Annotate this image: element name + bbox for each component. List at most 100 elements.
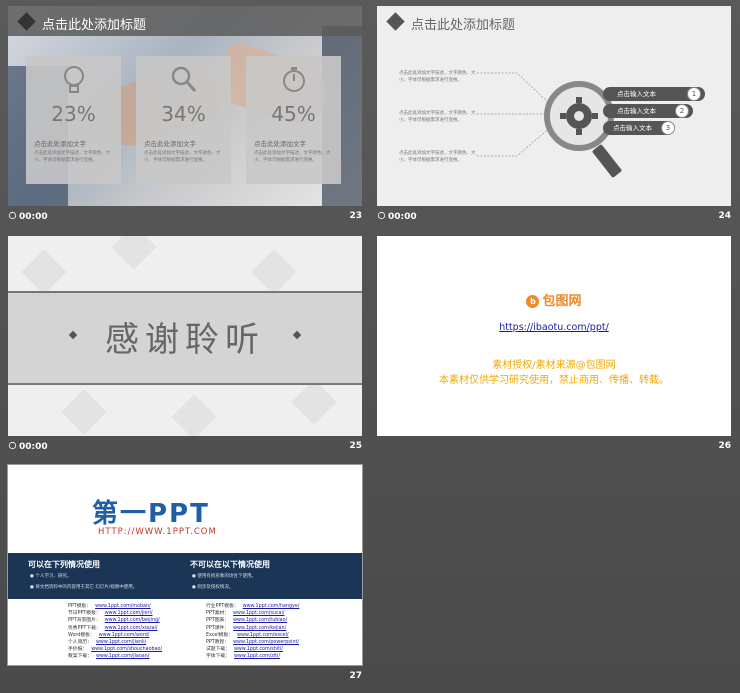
slide-timing: 00:00 [8,211,48,222]
item-number-badge: 1 [687,87,701,101]
allowed-heading: 可以在下列情况使用 [28,560,100,569]
slide-meta-23: 00:00 23 [8,211,362,225]
link-url[interactable]: www.1ppt.com/moban/ [95,604,151,609]
link-label: 字体下载： [206,654,230,660]
background-tile [21,249,67,295]
transition-icon [8,211,17,220]
link-label: 节日PPT模板： [68,611,101,617]
allowed-item: ● 个人学习、研究。 [30,574,72,579]
link-label: 优秀PPT下载： [68,625,101,631]
link-url[interactable]: www.1ppt.com/xiazai/ [105,626,158,631]
link-row: PPT图表： www.1ppt.com/tubiao/ [206,617,299,624]
link-url[interactable]: www.1ppt.com/shouchaobao/ [91,647,162,652]
slide-thumbnail-23[interactable]: 点击此处添加标题 23% 点击此处添加文字 点击此处添加文字描述，文字颜色、大小… [8,6,362,206]
stat-card: 34% 点击此处添加文字 点击此处添加文字描述，文字颜色、大小、字体可根据需求进… [136,56,231,184]
stat-body: 点击此处添加文字描述，文字颜色、大小、字体可根据需求进行变换。 [144,151,221,163]
transition-icon [377,211,386,220]
link-row: 个人简历： www.1ppt.com/jianli/ [68,639,162,646]
stat-body: 点击此处添加文字描述，文字颜色、大小、字体可根据需求进行变换。 [34,151,111,163]
source-link[interactable]: https://ibaotu.com/ppt/ [377,322,731,333]
slide-title: 点击此处添加标题 [42,18,147,33]
link-url[interactable]: www.1ppt.com/sucai/ [233,611,284,616]
thanks-text: 感谢聆听 [105,320,265,360]
link-row: 优秀PPT下载： www.1ppt.com/xiazai/ [68,625,162,632]
link-label: 手抄报： [68,647,88,653]
background-tile [251,249,297,295]
link-url[interactable]: www.1ppt.com/jieri/ [105,611,153,616]
link-row: PPT模板： www.1ppt.com/moban/ [68,603,162,610]
stat-card: 45% 点击此处添加文字 点击此处添加文字描述，文字颜色、大小、字体可根据需求进… [246,56,341,184]
background-tile [291,379,337,425]
transition-icon [8,441,17,450]
link-row: PPT素材： www.1ppt.com/sucai/ [206,610,299,617]
link-url[interactable]: www.1ppt.com/hangye/ [243,604,300,609]
forbidden-item: ● 则涉及侵权情况。 [192,585,234,590]
stat-percent: 23% [51,102,96,126]
link-url[interactable]: www.1ppt.com/excel/ [237,633,288,638]
link-url[interactable]: www.1ppt.com/tubiao/ [233,618,287,623]
lightbulb-icon [64,66,84,93]
link-row: Word模板： www.1ppt.com/word/ [68,632,162,639]
stat-card: 23% 点击此处添加文字 点击此处添加文字描述，文字颜色、大小、字体可根据需求进… [26,56,121,184]
link-row: Excel模板： www.1ppt.com/excel/ [206,632,299,639]
link-row: PPT背景图片： www.1ppt.com/beijing/ [68,617,162,624]
stopwatch-icon [283,67,305,92]
link-row: 试题下载： www.1ppt.com/shiti/ [206,646,299,653]
link-label: PPT素材： [206,611,230,617]
link-label: 试题下载： [206,647,230,653]
link-row: 节日PPT模板： www.1ppt.com/jieri/ [68,610,162,617]
logo-icon: b [526,295,540,308]
item-number-badge: 2 [675,104,689,118]
link-url[interactable]: www.1ppt.com/kejian/ [233,626,286,631]
link-url[interactable]: www.1ppt.com/word/ [99,633,150,638]
slide-number: 25 [349,441,362,451]
link-url[interactable]: www.1ppt.com/powerpoint/ [233,640,299,645]
link-label: 个人简历： [68,640,92,646]
forbidden-heading: 不可以在以下情况使用 [190,560,270,569]
link-label: PPT教程： [206,640,230,646]
slide-meta-25: 00:00 25 [8,441,362,455]
slide-thumbnail-27[interactable]: 第一PPT HTTP://WWW.1PPT.COM 可以在下列情况使用 ● 个人… [7,464,363,666]
background-tile [61,389,107,435]
forbidden-item: ● 使用有损形象的场合下使用。 [192,574,256,579]
slide-thumbnail-26[interactable]: b 包图网 https://ibaotu.com/ppt/ 素材授权/素材来源@包… [377,236,731,436]
stat-heading: 点击此处添加文字 [254,140,306,148]
link-label: Excel模板： [206,632,234,638]
link-label: PPT背景图片： [68,618,101,624]
link-url[interactable]: www.1ppt.com/jianli/ [96,640,146,645]
slide-number: 27 [349,671,362,681]
link-url[interactable]: www.1ppt.com/shiti/ [234,647,283,652]
link-row: 字体下载： www.1ppt.com/ziti/ [206,653,299,660]
license-line: 本素材仅供学习研究使用，禁止商用、传播、转载。 [439,375,669,386]
link-row: 手抄报： www.1ppt.com/shouchaobao/ [68,646,162,653]
link-row: 行业PPT模板： www.1ppt.com/hangye/ [206,603,299,610]
stat-percent: 34% [161,102,206,126]
link-label: PPT课件： [206,625,230,631]
link-label: 行业PPT模板： [206,604,239,609]
slide-meta-27: 27 [8,671,362,685]
link-label: PPT图表： [206,618,230,624]
stat-body: 点击此处添加文字描述，文字颜色、大小、字体可根据需求进行变换。 [254,151,331,163]
slide-thumbnail-25[interactable]: 感谢聆听 [8,236,362,436]
link-list-right: 行业PPT模板： www.1ppt.com/hangye/PPT素材： www.1p… [206,603,299,661]
brand-url: HTTP://WWW.1PPT.COM [98,527,217,537]
background-tile [111,236,157,270]
slide-thumbnail-24[interactable]: 点击此处添加标题 点击此处添加文字描述，文字颜色、大小、字体可根据需求进行变换。… [377,6,731,206]
link-url[interactable]: www.1ppt.com/ziti/ [234,654,280,659]
slide-timing: 00:00 [377,211,417,222]
slide-number: 24 [718,211,731,221]
stat-heading: 点击此处添加文字 [144,140,196,148]
link-label: Word模板： [68,632,95,638]
slide-timing: 00:00 [8,441,48,452]
link-row: PPT课件： www.1ppt.com/kejian/ [206,625,299,632]
link-url[interactable]: www.1ppt.com/jiaoan/ [96,654,149,659]
link-label: PPT模板： [68,604,92,609]
item-number-badge: 3 [661,121,675,135]
slide-meta-26: 26 [377,441,731,455]
license-line: 素材授权/素材来源@包图网 [492,360,616,371]
allowed-item: ● 将文档资料中的内容用于其它 幻灯片/视频中使用。 [30,585,138,590]
link-url[interactable]: www.1ppt.com/beijing/ [105,618,160,623]
link-label: 教案下载： [68,654,92,660]
brand-logo: 第一PPT [92,499,210,529]
link-list-left: PPT模板： www.1ppt.com/moban/节日PPT模板： www.1pp… [68,603,162,661]
